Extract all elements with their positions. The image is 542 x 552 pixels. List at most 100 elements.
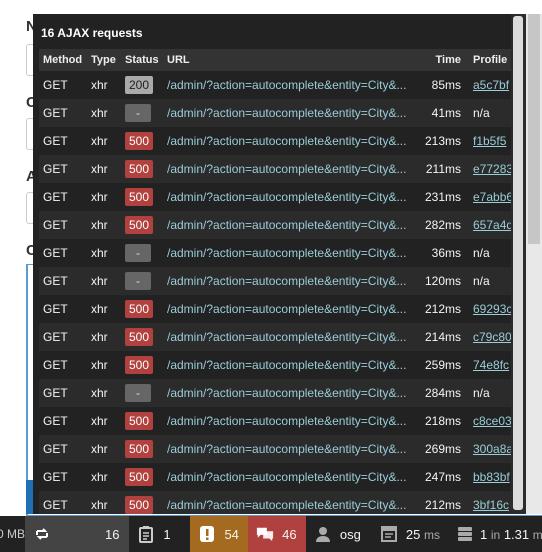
profile-link[interactable]: 3bf16c	[473, 498, 509, 512]
profile-link[interactable]: e7abb6	[473, 190, 511, 204]
page-scrollbar-thumb[interactable]	[528, 14, 540, 244]
request-url-text[interactable]: /admin/?action=autocomplete&entity=City&…	[167, 358, 417, 372]
request-profile[interactable]: e7abb6	[465, 183, 511, 211]
profile-link[interactable]: 300a8a	[473, 442, 511, 456]
request-url[interactable]: /admin/?action=autocomplete&entity=City&…	[163, 239, 421, 267]
toolbar-ajax[interactable]: 16	[25, 516, 130, 552]
request-url-text[interactable]: /admin/?action=autocomplete&entity=City&…	[167, 470, 417, 484]
db-in-label: in	[490, 527, 501, 542]
profile-link[interactable]: 657a4d	[473, 218, 511, 232]
toolbar-time[interactable]: 25 ms	[372, 516, 448, 552]
profile-unavailable: n/a	[473, 386, 490, 400]
request-method: GET	[39, 379, 87, 407]
request-profile[interactable]: 69293c	[465, 295, 511, 323]
table-row: GET xhr 500/admin/?action=autocomplete&ent…	[39, 491, 511, 514]
request-profile[interactable]: c79c80	[465, 323, 511, 351]
request-profile[interactable]: 3bf16c	[465, 491, 511, 514]
request-profile: n/a	[465, 379, 511, 407]
request-url-text[interactable]: /admin/?action=autocomplete&entity=City&…	[167, 414, 417, 428]
request-url-text[interactable]: /admin/?action=autocomplete&entity=City&…	[167, 78, 417, 92]
db-time: 1.31	[503, 526, 530, 542]
request-time: 259ms	[421, 351, 465, 379]
request-url-text[interactable]: /admin/?action=autocomplete&entity=City&…	[167, 246, 417, 260]
request-url-text[interactable]: /admin/?action=autocomplete&entity=City&…	[167, 134, 417, 148]
request-url[interactable]: /admin/?action=autocomplete&entity=City&…	[163, 127, 421, 155]
toolbar-logs[interactable]: 1	[129, 516, 190, 552]
request-url-text[interactable]: /admin/?action=autocomplete&entity=City&…	[167, 498, 417, 512]
profile-link[interactable]: c79c80	[473, 330, 511, 344]
status-badge: 500	[125, 160, 154, 178]
page-scrollbar[interactable]	[526, 14, 542, 514]
table-header-row: Method Type Status URL Time Profile	[39, 49, 511, 71]
request-method: GET	[39, 323, 87, 351]
table-row: GET xhr - /admin/?action=autocomplete&entit…	[39, 239, 511, 267]
clipboard-icon	[137, 525, 155, 543]
request-profile[interactable]: bb83bf	[465, 463, 511, 491]
request-url[interactable]: /admin/?action=autocomplete&entity=City&…	[163, 323, 421, 351]
request-url-text[interactable]: /admin/?action=autocomplete&entity=City&…	[167, 162, 417, 176]
request-type: xhr	[87, 183, 121, 211]
request-type: xhr	[87, 211, 121, 239]
request-url[interactable]: /admin/?action=autocomplete&entity=City&…	[163, 155, 421, 183]
request-url[interactable]: /admin/?action=autocomplete&entity=City&…	[163, 267, 421, 295]
profile-link[interactable]: 74e8fc	[473, 358, 509, 372]
request-profile[interactable]: 300a8a	[465, 435, 511, 463]
toolbar-database[interactable]: 1 in 1.31 ms	[448, 516, 542, 552]
column-header-method: Method	[39, 49, 87, 71]
request-profile[interactable]: f1b5f5	[465, 127, 511, 155]
profile-link[interactable]: f1b5f5	[473, 134, 506, 148]
request-url-text[interactable]: /admin/?action=autocomplete&entity=City&…	[167, 386, 417, 400]
ajax-panel-scrollbar-thumb[interactable]	[513, 16, 523, 510]
request-url-text[interactable]: /admin/?action=autocomplete&entity=City&…	[167, 106, 417, 120]
request-time: 212ms	[421, 295, 465, 323]
request-type: xhr	[87, 323, 121, 351]
profile-link[interactable]: 69293c	[473, 302, 511, 316]
request-url[interactable]: /admin/?action=autocomplete&entity=City&…	[163, 407, 421, 435]
request-type: xhr	[87, 435, 121, 463]
request-profile: n/a	[465, 99, 511, 127]
profile-link[interactable]: c8ce03	[473, 414, 511, 428]
request-url[interactable]: /admin/?action=autocomplete&entity=City&…	[163, 99, 421, 127]
request-url-text[interactable]: /admin/?action=autocomplete&entity=City&…	[167, 190, 417, 204]
table-row: GET xhr 500/admin/?action=autocomplete&ent…	[39, 463, 511, 491]
toolbar-warnings[interactable]: 54	[190, 516, 249, 552]
ajax-panel-scrollbar[interactable]	[511, 14, 526, 514]
timer-icon	[380, 525, 398, 543]
request-profile[interactable]: a5c7bf	[465, 71, 511, 99]
request-url[interactable]: /admin/?action=autocomplete&entity=City&…	[163, 463, 421, 491]
toolbar-memory[interactable]: 0 MB	[0, 516, 25, 552]
status-badge: 500	[125, 300, 154, 318]
request-url[interactable]: /admin/?action=autocomplete&entity=City&…	[163, 211, 421, 239]
request-url-text[interactable]: /admin/?action=autocomplete&entity=City&…	[167, 218, 417, 232]
request-method: GET	[39, 155, 87, 183]
request-method: GET	[39, 211, 87, 239]
request-profile[interactable]: e77283	[465, 155, 511, 183]
request-url-text[interactable]: /admin/?action=autocomplete&entity=City&…	[167, 302, 417, 316]
request-profile[interactable]: 74e8fc	[465, 351, 511, 379]
request-url[interactable]: /admin/?action=autocomplete&entity=City&…	[163, 491, 421, 514]
profile-link[interactable]: a5c7bf	[473, 78, 509, 92]
request-url[interactable]: /admin/?action=autocomplete&entity=City&…	[163, 71, 421, 99]
request-url-text[interactable]: /admin/?action=autocomplete&entity=City&…	[167, 274, 417, 288]
toolbar-errors[interactable]: 46	[248, 516, 306, 552]
request-url[interactable]: /admin/?action=autocomplete&entity=City&…	[163, 351, 421, 379]
request-profile[interactable]: 657a4d	[465, 211, 511, 239]
request-url-text[interactable]: /admin/?action=autocomplete&entity=City&…	[167, 442, 417, 456]
profile-link[interactable]: bb83bf	[473, 470, 510, 484]
request-url[interactable]: /admin/?action=autocomplete&entity=City&…	[163, 379, 421, 407]
status-badge: 500	[125, 216, 154, 234]
ajax-refresh-icon	[33, 525, 51, 543]
column-header-type: Type	[87, 49, 121, 71]
request-status: 500	[121, 295, 163, 323]
request-url[interactable]: /admin/?action=autocomplete&entity=City&…	[163, 183, 421, 211]
request-type: xhr	[87, 239, 121, 267]
request-profile[interactable]: c8ce03	[465, 407, 511, 435]
request-url[interactable]: /admin/?action=autocomplete&entity=City&…	[163, 295, 421, 323]
request-url[interactable]: /admin/?action=autocomplete&entity=City&…	[163, 435, 421, 463]
column-header-time: Time	[421, 49, 465, 71]
table-row: GET xhr 500/admin/?action=autocomplete&ent…	[39, 295, 511, 323]
request-status: 500	[121, 491, 163, 514]
profile-link[interactable]: e77283	[473, 162, 511, 176]
request-url-text[interactable]: /admin/?action=autocomplete&entity=City&…	[167, 330, 417, 344]
toolbar-user[interactable]: osg	[306, 516, 372, 552]
